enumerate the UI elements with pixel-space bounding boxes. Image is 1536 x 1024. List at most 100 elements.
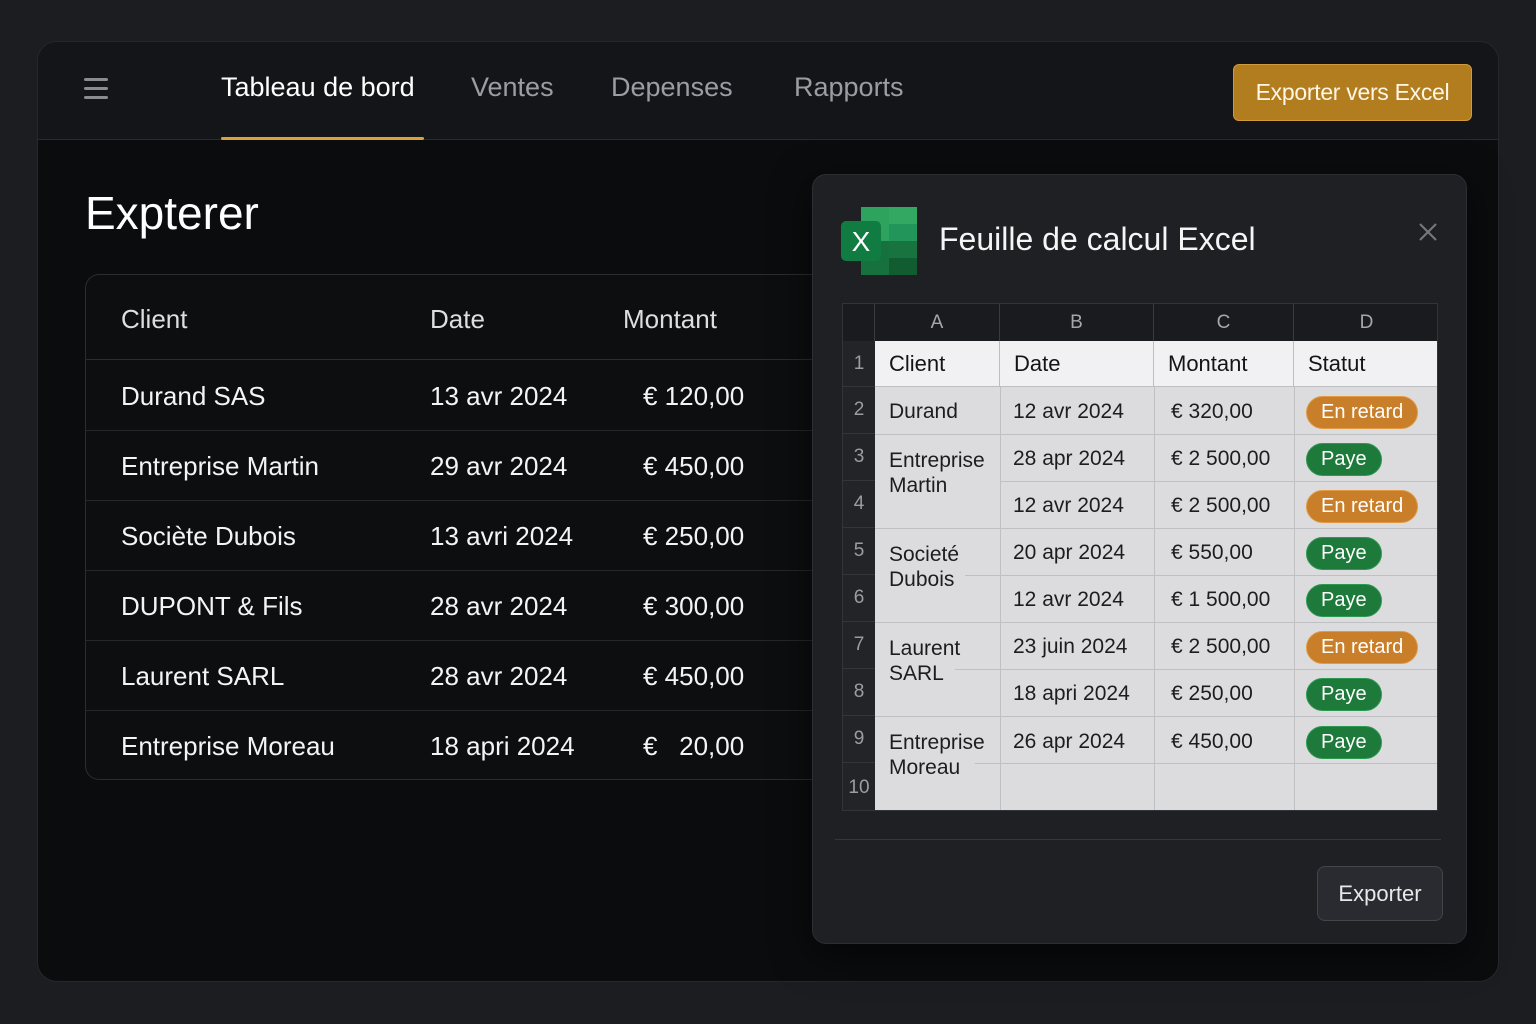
cell-amount: € 450,00 [643, 661, 745, 691]
sheet-cell-amount[interactable]: € 2 500,00 [1171, 447, 1270, 471]
spreadsheet-preview: A B C D 1 2 3 4 5 6 7 8 9 10 Client Date… [842, 303, 1438, 811]
grid-line [1154, 387, 1155, 810]
cell-date: 13 avri 2024 [430, 521, 574, 551]
row-number: 2 [843, 387, 875, 434]
row-number: 5 [843, 528, 875, 575]
grid-line [965, 575, 1437, 576]
cell-amount: € 250,00 [643, 521, 745, 551]
sheet-cell-amount[interactable]: € 2 500,00 [1171, 635, 1270, 659]
row-number: 1 [843, 341, 875, 387]
cell-amount: € 450,00 [643, 451, 745, 481]
sheet-cell-amount[interactable]: € 250,00 [1171, 682, 1253, 706]
cell-date: 13 avr 2024 [430, 381, 568, 411]
grid-line [1294, 387, 1295, 810]
cell-amount: € 300,00 [643, 591, 745, 621]
status-badge-late: En retard [1306, 490, 1419, 523]
row-number: 3 [843, 434, 875, 481]
sheet-cell-date[interactable]: 20 apr 2024 [1013, 541, 1125, 565]
table-row[interactable]: Entreprise Moreau 18 apri 2024 € 20,00 [86, 711, 845, 779]
sheet-cell-amount[interactable]: € 1 500,00 [1171, 588, 1270, 612]
cell-date: 29 avr 2024 [430, 451, 568, 481]
spreadsheet-grid: Client Date Montant Statut Durand Entrep… [875, 341, 1437, 810]
row-number: 4 [843, 481, 875, 528]
column-header-date[interactable]: Date [430, 304, 485, 335]
table-row[interactable]: DUPONT & Fils 28 avr 2024 € 300,00 [86, 571, 845, 641]
tab-rapports[interactable]: Rapports [794, 72, 904, 140]
sheet-header-status[interactable]: Statut [1294, 341, 1437, 387]
sheet-cell-date[interactable]: 12 avr 2024 [1013, 494, 1124, 518]
cell-client: DUPONT & Fils [121, 591, 303, 621]
status-badge-paid: Paye [1306, 537, 1382, 570]
tab-depenses[interactable]: Depenses [611, 72, 733, 140]
sheet-cell-client[interactable]: Durand [889, 400, 958, 424]
cell-client: Entreprise Moreau [121, 731, 335, 761]
sheet-cell-amount[interactable]: € 320,00 [1171, 400, 1253, 424]
tab-ventes[interactable]: Ventes [471, 72, 554, 140]
dialog-divider [835, 839, 1441, 840]
sheet-cell-amount[interactable]: € 550,00 [1171, 541, 1253, 565]
grid-line [1000, 387, 1001, 810]
excel-logo-letter: X [852, 226, 871, 257]
column-header-client[interactable]: Client [121, 304, 187, 335]
table-row[interactable]: Laurent SARL 28 avr 2024 € 450,00 [86, 641, 845, 711]
sheet-cell-date[interactable]: 26 apr 2024 [1013, 730, 1125, 754]
cell-client: Durand SAS [121, 381, 266, 411]
cell-date: 28 avr 2024 [430, 661, 568, 691]
grid-line [975, 763, 1437, 764]
status-badge-paid: Paye [1306, 726, 1382, 759]
top-navigation-bar: Tableau de bord Ventes Depenses Rapports… [38, 42, 1498, 140]
row-number: 9 [843, 716, 875, 763]
cell-amount: € 20,00 [643, 731, 745, 761]
sheet-cell-date[interactable]: 12 avr 2024 [1013, 588, 1124, 612]
dialog-title: Feuille de calcul Excel [939, 221, 1256, 257]
status-badge-paid: Paye [1306, 443, 1382, 476]
column-letter-d: D [1294, 304, 1437, 341]
sheet-cell-date[interactable]: 23 juin 2024 [1013, 635, 1127, 659]
row-number: 8 [843, 669, 875, 716]
page-title: Expterer [85, 187, 259, 239]
sheet-cell-amount[interactable]: € 2 500,00 [1171, 494, 1270, 518]
sheet-cell-client[interactable]: Entreprise Martin [889, 448, 985, 498]
status-badge-paid: Paye [1306, 678, 1382, 711]
sheet-header-amount[interactable]: Montant [1154, 341, 1294, 387]
row-number: 6 [843, 575, 875, 622]
sheet-cell-date[interactable]: 28 apr 2024 [1013, 447, 1125, 471]
cell-client: Sociète Dubois [121, 521, 296, 551]
invoices-table: Client Date Montant Durand SAS 13 avr 20… [85, 274, 845, 780]
sheet-cell-date[interactable]: 12 avr 2024 [1013, 400, 1124, 424]
cell-date: 18 apri 2024 [430, 731, 575, 761]
grid-line [875, 716, 1437, 717]
sheet-cell-client[interactable]: Societé Dubois [889, 542, 959, 592]
sheet-header-client[interactable]: Client [875, 341, 1000, 387]
table-row[interactable]: Entreprise Martin 29 avr 2024 € 450,00 [86, 431, 845, 501]
status-badge-late: En retard [1306, 396, 1419, 429]
table-row[interactable]: Sociète Dubois 13 avri 2024 € 250,00 [86, 501, 845, 571]
grid-line [875, 528, 1437, 529]
export-button[interactable]: Exporter [1317, 866, 1443, 921]
tab-tableau-de-bord[interactable]: Tableau de bord [221, 72, 424, 140]
status-badge-paid: Paye [1306, 584, 1382, 617]
grid-line [1000, 481, 1437, 482]
cell-client: Entreprise Martin [121, 451, 319, 481]
sheet-cell-client[interactable]: Laurent SARL [889, 636, 960, 686]
cell-date: 28 avr 2024 [430, 591, 568, 621]
excel-export-dialog: X Feuille de calcul Excel A B C D 1 2 3 … [812, 174, 1467, 944]
table-row[interactable]: Durand SAS 13 avr 2024 € 120,00 [86, 361, 845, 431]
column-letter-a: A [875, 304, 1000, 341]
row-number: 10 [843, 763, 875, 810]
column-letter-b: B [1000, 304, 1154, 341]
cell-client: Laurent SARL [121, 661, 285, 691]
column-letter-c: C [1154, 304, 1294, 341]
sheet-header-date[interactable]: Date [1000, 341, 1154, 387]
grid-line [955, 669, 1437, 670]
hamburger-menu-icon[interactable] [84, 78, 108, 100]
sheet-cell-date[interactable]: 18 apri 2024 [1013, 682, 1130, 706]
column-header-amount[interactable]: Montant [623, 304, 717, 335]
export-to-excel-button[interactable]: Exporter vers Excel [1233, 64, 1472, 121]
close-icon[interactable] [1417, 221, 1439, 243]
cell-amount: € 120,00 [643, 381, 745, 411]
sheet-corner [843, 304, 875, 341]
sheet-cell-client[interactable]: Entreprise Moreau [889, 730, 985, 780]
status-badge-late: En retard [1306, 631, 1419, 664]
sheet-cell-amount[interactable]: € 450,00 [1171, 730, 1253, 754]
